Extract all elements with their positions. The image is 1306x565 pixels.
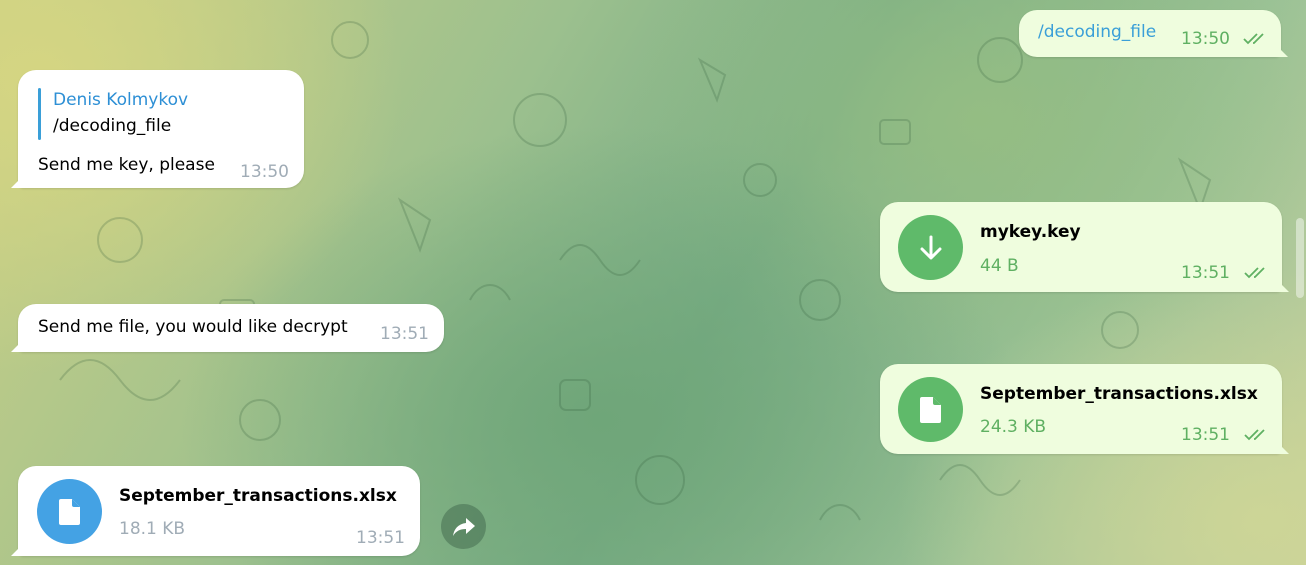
incoming-file-message[interactable]: September_transactions.xlsx 18.1 KB 13:5… <box>18 466 420 556</box>
file-size: 24.3 KB <box>980 417 1047 437</box>
outgoing-command-message[interactable]: /decoding_file 13:50 <box>1019 10 1281 57</box>
reply-author-name[interactable]: Denis Kolmykov <box>53 90 188 110</box>
outgoing-file-message[interactable]: mykey.key 44 B 13:51 <box>880 202 1282 292</box>
forward-button[interactable] <box>441 504 486 549</box>
outgoing-file-message[interactable]: September_transactions.xlsx 24.3 KB 13:5… <box>880 364 1282 454</box>
download-button[interactable] <box>898 215 963 280</box>
file-name[interactable]: September_transactions.xlsx <box>119 486 397 506</box>
file-open-button[interactable] <box>898 377 963 442</box>
message-text: Send me file, you would like decrypt <box>38 317 348 337</box>
reply-quoted-text: /decoding_file <box>53 116 172 136</box>
message-time: 13:51 <box>1181 425 1230 445</box>
file-name[interactable]: mykey.key <box>980 222 1081 242</box>
download-arrow-icon <box>920 235 941 259</box>
message-time: 13:51 <box>380 324 429 344</box>
incoming-reply-message[interactable]: Denis Kolmykov /decoding_file Send me ke… <box>18 70 304 188</box>
double-check-icon <box>1244 429 1265 441</box>
double-check-icon <box>1243 33 1264 45</box>
chat-scrollbar[interactable] <box>1296 218 1304 298</box>
double-check-icon <box>1244 267 1265 279</box>
message-time: 13:50 <box>240 162 289 182</box>
file-size: 44 B <box>980 256 1019 276</box>
message-time: 13:51 <box>356 528 405 548</box>
file-open-button[interactable] <box>37 479 102 544</box>
file-name[interactable]: September_transactions.xlsx <box>980 384 1258 404</box>
reply-quote-bar <box>38 88 41 140</box>
message-text: Send me key, please <box>38 155 215 175</box>
forward-arrow-icon <box>452 517 475 536</box>
message-time: 13:51 <box>1181 263 1230 283</box>
document-icon <box>919 396 941 423</box>
command-text[interactable]: /decoding_file <box>1038 22 1156 42</box>
file-size: 18.1 KB <box>119 519 186 539</box>
incoming-text-message[interactable]: Send me file, you would like decrypt 13:… <box>18 304 444 352</box>
document-icon <box>58 498 80 525</box>
message-time: 13:50 <box>1181 29 1230 49</box>
